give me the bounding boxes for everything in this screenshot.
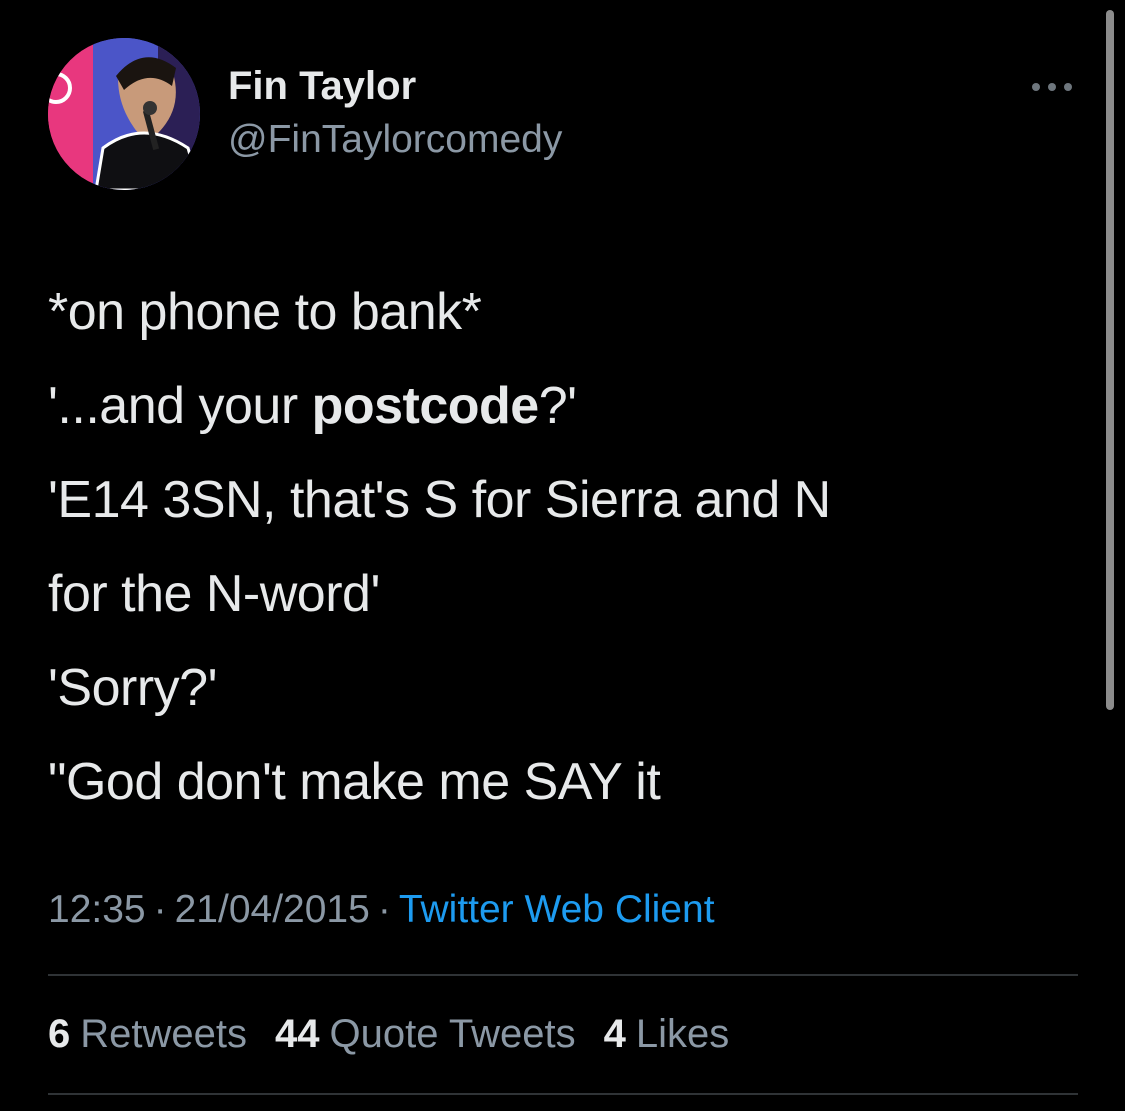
tweet-time[interactable]: 12:35 bbox=[48, 888, 146, 931]
avatar[interactable] bbox=[48, 38, 200, 190]
more-options-icon[interactable] bbox=[1028, 72, 1076, 102]
tweet-line: for the N-word' bbox=[48, 565, 380, 623]
tweet-line: 'E14 3SN, that's S for Sierra and N bbox=[48, 471, 831, 529]
tweet-line: '...and your postcode?' bbox=[48, 377, 577, 435]
separator: · bbox=[153, 888, 167, 931]
scrollbar[interactable] bbox=[1106, 10, 1114, 710]
author-display-name[interactable]: Fin Taylor bbox=[228, 64, 416, 109]
likes-count: 4 bbox=[603, 1012, 626, 1056]
tweet-metadata: 12:35 · 21/04/2015 · Twitter Web Client bbox=[48, 888, 715, 932]
tweet-source-link[interactable]: Twitter Web Client bbox=[399, 888, 715, 931]
likes-stat[interactable]: 4 Likes bbox=[604, 1012, 730, 1057]
retweets-count: 6 bbox=[48, 1012, 71, 1056]
divider bbox=[48, 974, 1078, 976]
author-handle[interactable]: @FinTaylorcomedy bbox=[228, 118, 562, 162]
tweet-detail: Fin Taylor @FinTaylorcomedy *on phone to… bbox=[0, 0, 1125, 1111]
retweets-stat[interactable]: 6 Retweets bbox=[48, 1012, 247, 1057]
likes-label: Likes bbox=[635, 1012, 730, 1056]
tweet-line: *on phone to bank* bbox=[48, 283, 482, 341]
bold-text: postcode bbox=[311, 377, 540, 435]
dot-icon bbox=[1064, 83, 1072, 91]
avatar-photo-icon bbox=[48, 38, 200, 190]
quotes-count: 44 bbox=[275, 1012, 320, 1056]
quotes-label: Quote Tweets bbox=[329, 1012, 576, 1056]
tweet-date[interactable]: 21/04/2015 bbox=[175, 888, 370, 931]
dot-icon bbox=[1048, 83, 1056, 91]
retweets-label: Retweets bbox=[80, 1012, 247, 1056]
dot-icon bbox=[1032, 83, 1040, 91]
quote-tweets-stat[interactable]: 44 Quote Tweets bbox=[275, 1012, 576, 1057]
engagement-stats: 6 Retweets 44 Quote Tweets 4 Likes bbox=[48, 1012, 729, 1057]
separator: · bbox=[377, 888, 391, 931]
divider bbox=[48, 1093, 1078, 1095]
tweet-line: "God don't make me SAY it bbox=[48, 753, 661, 811]
tweet-line: 'Sorry?' bbox=[48, 659, 218, 717]
tweet-text: *on phone to bank* '...and your postcode… bbox=[48, 265, 1048, 829]
